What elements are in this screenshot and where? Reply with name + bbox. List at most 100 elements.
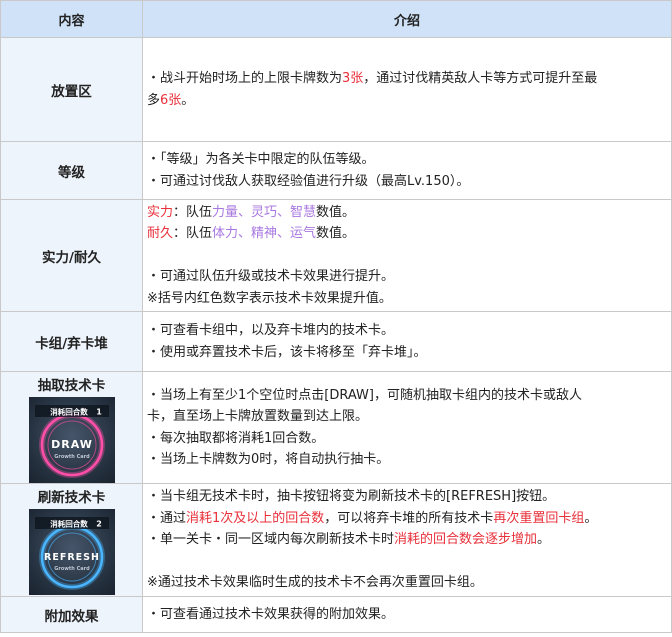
row-key-label: 实力/耐久 — [42, 249, 101, 266]
description-text: ・单一关卡・同一区域内每次刷新技术卡时 — [147, 532, 395, 548]
row-key-label: 放置区 — [51, 83, 92, 100]
highlight-text: 实力 — [147, 204, 174, 220]
highlight-text: 力量、灵巧、智慧 — [212, 204, 317, 220]
highlight-text: 体力、精神、运气 — [212, 226, 317, 242]
description-text: 多 — [147, 92, 161, 108]
description-text: 数值。 — [316, 204, 356, 220]
description-line: ・单一关卡・同一区域内每次刷新技术卡时消耗的回合数会逐步增加。 — [147, 529, 663, 551]
highlight-text: 6张 — [160, 92, 182, 108]
description-line: 实力：队伍力量、灵巧、智慧数值。 — [147, 202, 663, 224]
description-text: ：队伍 — [173, 204, 213, 220]
description-text: ，可以将弃卡堆的所有技术卡 — [324, 510, 494, 526]
info-table: 内容 介绍 放置区 ・战斗开始时场上的上限卡牌数为3张，通过讨伐精英敌人卡等方式可… — [0, 0, 672, 633]
table-row: 实力/耐久 实力：队伍力量、灵巧、智慧数值。 耐久：队伍体力、精神、运气数值。 ・可通… — [0, 199, 672, 312]
table-row: 卡组/弃卡堆 ・可查看卡组中，以及弃卡堆内的技术卡。・使用或弃置技术卡后，该卡将移… — [0, 311, 672, 372]
row-key: 放置区 — [0, 37, 143, 142]
card-sub: Growth Card — [54, 566, 90, 572]
description-text: 。 — [181, 92, 195, 108]
row-description: 实力：队伍力量、灵巧、智慧数值。 耐久：队伍体力、精神、运气数值。 ・可通过队伍升级… — [142, 199, 672, 312]
card-emblem-icon: 消耗回合数 2 REFRESH Growth Card — [34, 517, 109, 590]
highlight-text: 再次重置回卡组 — [493, 510, 585, 526]
description-line: ・当场上有至少1个空位时点击[DRAW]，可随机抽取卡组内的技术卡或敌人 — [147, 385, 663, 407]
table-row: 放置区 ・战斗开始时场上的上限卡牌数为3张，通过讨伐精英敌人卡等方式可提升至最 多6… — [0, 37, 672, 142]
description-text: 。 — [537, 532, 551, 548]
description-text: ，通过讨伐精英敌人卡等方式可提升至最 — [363, 71, 598, 86]
description-line: ・可通过队伍升级或技术卡效果进行提升。 — [147, 266, 663, 288]
row-key: 等级 — [0, 141, 143, 200]
description-line: ・通过消耗1次及以上的回合数，可以将弃卡堆的所有技术卡再次重置回卡组。 — [147, 508, 663, 530]
card-word: DRAW — [51, 438, 93, 451]
row-key-label: 附加效果 — [44, 608, 99, 625]
description-text: ：队伍 — [173, 226, 213, 242]
highlight-text: 3张 — [342, 71, 364, 86]
description-line: ※括号内红色数字表示技术卡效果提升值。 — [147, 288, 663, 310]
description-line: ・战斗开始时场上的上限卡牌数为3张，通过讨伐精英敌人卡等方式可提升至最 — [147, 68, 663, 90]
row-description: ・可查看通过技术卡效果获得的附加效果。 — [142, 596, 672, 633]
table-row: 等级 ・「等级」为各关卡中限定的队伍等级。・可通过讨伐敌人获取经验值进行升级（最高… — [0, 141, 672, 200]
description-text: ・当场上有至少1个空位时点击[DRAW]，可随机抽取卡组内的技术卡或敌人 — [147, 387, 582, 403]
description-line: ・当卡组无技术卡时，抽卡按钮将变为刷新技术卡的[REFRESH]按钮。 — [147, 486, 663, 508]
description-text: ※通过技术卡效果临时生成的技术卡不会再次重置回卡组。 — [147, 575, 483, 591]
card-cost-value: 1 — [96, 408, 102, 417]
header-content: 内容 — [0, 0, 143, 38]
card-cost-label: 消耗回合数 — [50, 407, 88, 417]
table-row: 刷新技术卡消耗回合数 2 REFRESH Growth Card ・当卡组无技术卡时，抽… — [0, 483, 672, 597]
card-image: 消耗回合数 2 REFRESH Growth Card — [28, 509, 115, 595]
row-description: ・当卡组无技术卡时，抽卡按钮将变为刷新技术卡的[REFRESH]按钮。 ・通过消耗… — [142, 483, 672, 597]
card-image: 消耗回合数 1 DRAW Growth Card — [28, 397, 115, 483]
description-text: ※括号内红色数字表示技术卡效果提升值。 — [147, 290, 392, 306]
card-sub: Growth Card — [54, 454, 90, 460]
row-key: 刷新技术卡消耗回合数 2 REFRESH Growth Card — [0, 483, 143, 597]
description-text: ・使用或弃置技术卡后，该卡将移至「弃卡堆」。 — [147, 344, 427, 360]
card-cost-label: 消耗回合数 — [50, 519, 88, 529]
description-line: 多6张。 — [147, 90, 663, 112]
table-row: 附加效果 ・可查看通过技术卡效果获得的附加效果。 — [0, 596, 672, 633]
description-line: ・可查看通过技术卡效果获得的附加效果。 — [147, 604, 663, 626]
card-emblem-icon: 消耗回合数 1 DRAW Growth Card — [34, 405, 109, 478]
row-description: ・可查看卡组中，以及弃卡堆内的技术卡。・使用或弃置技术卡后，该卡将移至「弃卡堆」… — [142, 311, 672, 372]
description-line: ※通过技术卡效果临时生成的技术卡不会再次重置回卡组。 — [147, 572, 663, 594]
description-line: ・「等级」为各关卡中限定的队伍等级。 — [147, 149, 663, 171]
highlight-text: 消耗的回合数会逐步增加 — [394, 532, 538, 548]
row-key-label: 卡组/弃卡堆 — [35, 335, 108, 352]
description-line — [147, 551, 663, 573]
description-text: ・「等级」为各关卡中限定的队伍等级。 — [147, 152, 375, 167]
description-line: 卡，直至场上卡牌放置数量到达上限。 — [147, 406, 663, 428]
description-line: ・可查看卡组中，以及弃卡堆内的技术卡。 — [147, 320, 663, 342]
description-text: ・当场上卡牌数为0时，将自动执行抽卡。 — [147, 452, 390, 467]
table-row: 抽取技术卡消耗回合数 1 DRAW Growth Card ・当场上有至少1个空位时点击… — [0, 371, 672, 484]
highlight-text: 耐久 — [147, 226, 174, 242]
description-line — [147, 245, 663, 267]
row-key: 附加效果 — [0, 596, 143, 633]
description-text: ・通过 — [147, 510, 187, 526]
highlight-text: 消耗1次及以上的回合数 — [186, 510, 325, 526]
description-text: ・可通过队伍升级或技术卡效果进行提升。 — [147, 269, 395, 285]
card-cost-value: 2 — [96, 520, 102, 529]
row-description: ・「等级」为各关卡中限定的队伍等级。・可通过讨伐敌人获取经验值进行升级（最高Lv… — [142, 141, 672, 200]
description-text: ・可查看卡组中，以及弃卡堆内的技术卡。 — [147, 323, 395, 338]
description-line: ・可通过讨伐敌人获取经验值进行升级（最高Lv.150）。 — [147, 171, 663, 193]
description-text: ・战斗开始时场上的上限卡牌数为 — [147, 71, 343, 86]
row-key-label: 等级 — [58, 164, 85, 181]
description-line: ・当场上卡牌数为0时，将自动执行抽卡。 — [147, 449, 663, 471]
row-key-label: 刷新技术卡 — [37, 490, 106, 506]
row-description: ・战斗开始时场上的上限卡牌数为3张，通过讨伐精英敌人卡等方式可提升至最 多6张。 — [142, 37, 672, 142]
description-text: ・当卡组无技术卡时，抽卡按钮将变为刷新技术卡的[REFRESH]按钮。 — [147, 489, 556, 505]
description-text: ・可查看通过技术卡效果获得的附加效果。 — [147, 606, 395, 622]
description-line: ・每次抽取都将消耗1回合数。 — [147, 428, 663, 450]
description-text: ・每次抽取都将消耗1回合数。 — [147, 430, 325, 446]
table-header-row: 内容 介绍 — [0, 0, 672, 38]
description-text: 。 — [584, 510, 598, 526]
header-intro: 介绍 — [142, 0, 672, 38]
row-description: ・当场上有至少1个空位时点击[DRAW]，可随机抽取卡组内的技术卡或敌人 卡，直至… — [142, 371, 672, 484]
row-key: 抽取技术卡消耗回合数 1 DRAW Growth Card — [0, 371, 143, 484]
description-text: 数值。 — [316, 226, 356, 242]
row-key: 卡组/弃卡堆 — [0, 311, 143, 372]
description-line: ・使用或弃置技术卡后，该卡将移至「弃卡堆」。 — [147, 342, 663, 364]
description-text: 卡，直至场上卡牌放置数量到达上限。 — [147, 409, 369, 424]
row-key-label: 抽取技术卡 — [37, 378, 106, 394]
description-text: ・可通过讨伐敌人获取经验值进行升级（最高Lv.150）。 — [147, 173, 470, 189]
description-line: 耐久：队伍体力、精神、运气数值。 — [147, 223, 663, 245]
card-word: REFRESH — [44, 552, 100, 563]
row-key: 实力/耐久 — [0, 199, 143, 312]
